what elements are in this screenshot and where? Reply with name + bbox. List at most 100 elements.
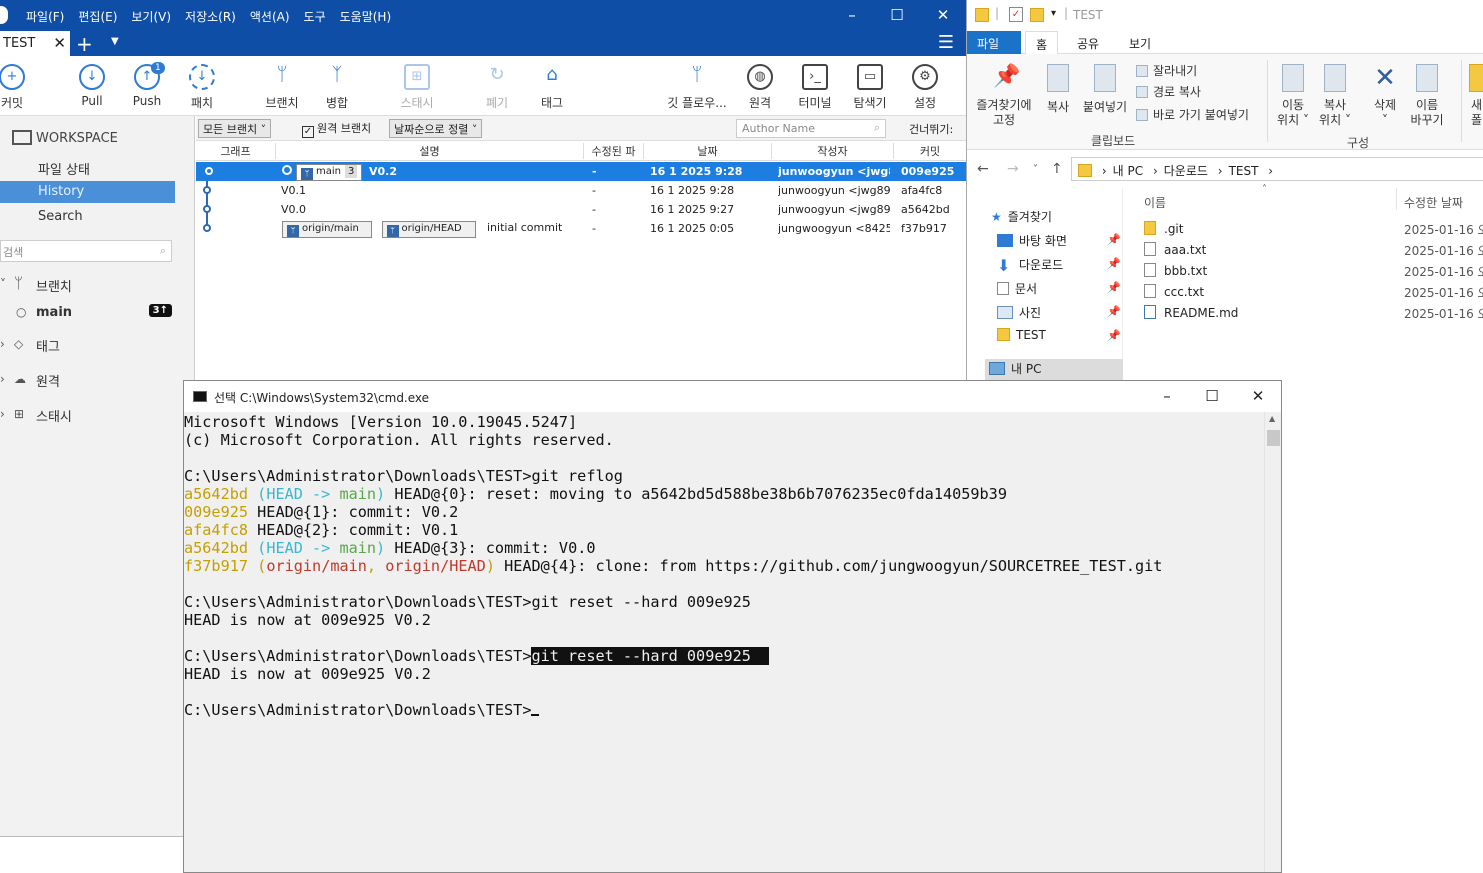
discard-button[interactable]: ↻ 폐기 bbox=[467, 64, 527, 111]
breadcrumb-downloads[interactable]: 다운로드 bbox=[1164, 164, 1208, 178]
maximize-button[interactable]: ☐ bbox=[887, 6, 907, 24]
git-flow-button[interactable]: ᛘ 깃 플로우... bbox=[662, 64, 732, 111]
file-row[interactable]: README.md bbox=[1144, 305, 1238, 320]
cmd-console[interactable]: Microsoft Windows [Version 10.0.19045.52… bbox=[184, 412, 1264, 872]
new-folder-button[interactable]: 새 폴더 bbox=[1465, 64, 1483, 128]
cut-button[interactable]: 잘라내기 bbox=[1136, 62, 1197, 79]
workspace-header[interactable]: WORKSPACE bbox=[0, 128, 185, 150]
stashes-header[interactable]: › ⊞ 스태시 bbox=[0, 403, 185, 425]
file-row[interactable]: bbb.txt bbox=[1144, 263, 1207, 278]
recent-dropdown-icon[interactable]: ˅ bbox=[1033, 164, 1038, 175]
file-row[interactable]: .git bbox=[1144, 221, 1183, 236]
sidebar-item-search[interactable]: Search bbox=[0, 206, 185, 228]
branch-button[interactable]: ᛘ 브랜치 bbox=[252, 64, 312, 111]
close-button[interactable]: ✕ bbox=[933, 6, 953, 24]
hamburger-menu-icon[interactable]: ☰ bbox=[938, 32, 954, 53]
sidebar-item-history[interactable]: History bbox=[0, 181, 175, 203]
sidebar-search-input[interactable]: 검색 ⌕ bbox=[0, 240, 172, 262]
tab-home[interactable]: 홈 bbox=[1025, 31, 1059, 54]
tab-share[interactable]: 공유 bbox=[1067, 31, 1109, 54]
push-button[interactable]: ↑ 1 Push bbox=[117, 62, 177, 108]
commit-row[interactable]: ᛘ main 3 V0.2 - 16 1 2025 9:28 junwoogyun … bbox=[196, 162, 966, 181]
copy-path-button[interactable]: 경로 복사 bbox=[1136, 83, 1201, 100]
menu-file[interactable]: 파일(F) bbox=[26, 8, 64, 25]
settings-button[interactable]: ⚙ 설정 bbox=[895, 64, 955, 111]
copy-button[interactable]: 복사 bbox=[1033, 64, 1083, 115]
tag-button[interactable]: ⌂ 태그 bbox=[522, 64, 582, 111]
new-tab-button[interactable]: + bbox=[76, 32, 93, 56]
paste-shortcut-button[interactable]: 바로 가기 붙여넣기 bbox=[1136, 106, 1249, 123]
col-date-modified[interactable]: 수정한 날짜 bbox=[1404, 194, 1463, 211]
tags-header[interactable]: › ◇ 태그 bbox=[0, 333, 185, 355]
minimize-button[interactable]: – bbox=[1157, 387, 1177, 405]
forward-icon[interactable]: → bbox=[1007, 161, 1019, 177]
nav-this-pc[interactable]: 내 PC bbox=[985, 359, 1123, 380]
rename-button[interactable]: 이름 바꾸기 bbox=[1403, 64, 1451, 128]
branches-header[interactable]: ˅ ᛘ 브랜치 bbox=[0, 273, 185, 295]
col-description[interactable]: 설명 bbox=[276, 143, 584, 159]
minimize-button[interactable]: – bbox=[842, 6, 862, 24]
scroll-thumb[interactable] bbox=[1267, 430, 1280, 446]
merge-button[interactable]: ᛉ 병합 bbox=[307, 64, 367, 111]
remote-branches-checkbox[interactable]: ✓ 원격 브랜치 bbox=[302, 120, 371, 138]
maximize-button[interactable]: ☐ bbox=[1202, 387, 1222, 405]
nav-favorites[interactable]: ★ 즐겨찾기 bbox=[991, 208, 1052, 225]
remotes-header[interactable]: › ☁ 원격 bbox=[0, 368, 185, 390]
menu-repository[interactable]: 저장소(R) bbox=[185, 8, 236, 25]
sidebar-branch-main[interactable]: ○ main 3↑ bbox=[0, 302, 185, 324]
paste-button[interactable]: 붙여넣기 bbox=[1077, 64, 1133, 115]
col-date[interactable]: 날짜 bbox=[644, 143, 772, 159]
menu-tools[interactable]: 도구 bbox=[304, 8, 326, 25]
col-commit[interactable]: 커밋 bbox=[894, 143, 966, 159]
properties-icon[interactable]: ✓ bbox=[1009, 7, 1023, 22]
nav-pictures[interactable]: 사진 📌 bbox=[997, 304, 1121, 321]
address-bar[interactable]: › 내 PC › 다운로드 › TEST › bbox=[1071, 157, 1483, 181]
pull-button[interactable]: ↓ Pull bbox=[62, 64, 122, 108]
stash-button[interactable]: ⊞ 스태시 bbox=[387, 64, 447, 111]
col-name[interactable]: 이름 bbox=[1144, 194, 1166, 211]
commit-row[interactable]: V0.1 - 16 1 2025 9:28 junwoogyun <jwg89 … bbox=[196, 181, 966, 200]
tab-view[interactable]: 보기 bbox=[1119, 31, 1161, 54]
sort-dropdown[interactable]: 날짜순으로 정렬 ˅ bbox=[389, 119, 483, 138]
commit-row[interactable]: ᛘ origin/main ᛘ origin/HEAD initial commit… bbox=[196, 219, 966, 238]
breadcrumb-pc[interactable]: 내 PC bbox=[1113, 164, 1143, 178]
close-tab-icon[interactable]: ✕ bbox=[53, 34, 66, 52]
menu-edit[interactable]: 편집(E) bbox=[78, 8, 117, 25]
remote-button[interactable]: ◍ 원격 bbox=[730, 64, 790, 111]
commit-row[interactable]: V0.0 - 16 1 2025 9:27 junwoogyun <jwg89 … bbox=[196, 200, 966, 219]
nav-downloads[interactable]: ⬇ 다운로드 📌 bbox=[997, 256, 1121, 274]
close-button[interactable]: ✕ bbox=[1248, 387, 1268, 405]
explorer-button[interactable]: ▭ 탐색기 bbox=[840, 64, 900, 111]
copy-to-button[interactable]: 복사 위치 ˅ bbox=[1311, 64, 1359, 128]
nav-documents[interactable]: 문서 📌 bbox=[997, 280, 1121, 297]
menu-help[interactable]: 도움말(H) bbox=[340, 8, 392, 25]
breadcrumb-test[interactable]: TEST bbox=[1229, 164, 1259, 178]
commit-button[interactable]: + 커밋 bbox=[0, 64, 42, 111]
repo-tab[interactable]: TEST ✕ bbox=[0, 31, 70, 56]
file-row[interactable]: aaa.txt bbox=[1144, 242, 1206, 257]
tab-file[interactable]: 파일 bbox=[967, 31, 1021, 54]
back-icon[interactable]: ← bbox=[977, 161, 989, 177]
menu-view[interactable]: 보기(V) bbox=[131, 8, 171, 25]
col-graph[interactable]: 그래프 bbox=[196, 143, 276, 159]
scroll-up-icon[interactable]: ▲ bbox=[1269, 414, 1275, 423]
move-to-button[interactable]: 이동 위치 ˅ bbox=[1269, 64, 1317, 128]
new-folder-icon[interactable] bbox=[1030, 8, 1044, 22]
author-search-input[interactable]: Author Name ⌕ bbox=[736, 119, 886, 138]
cmd-scrollbar[interactable]: ▲ bbox=[1264, 412, 1281, 872]
quick-access-dropdown-icon[interactable]: ▾ bbox=[1051, 8, 1056, 19]
delete-button[interactable]: ✕ 삭제 ˅ bbox=[1361, 64, 1409, 128]
terminal-button[interactable]: ›_ 터미널 bbox=[785, 64, 845, 111]
menu-actions[interactable]: 액션(A) bbox=[250, 8, 290, 25]
col-author[interactable]: 작성자 bbox=[772, 143, 894, 159]
col-modified[interactable]: 수정된 파 bbox=[584, 143, 644, 159]
tab-dropdown-icon[interactable]: ▼ bbox=[111, 36, 119, 47]
branch-filter-dropdown[interactable]: 모든 브랜치 ˅ bbox=[198, 119, 272, 138]
sidebar-item-file-status[interactable]: 파일 상태 bbox=[0, 156, 185, 178]
up-icon[interactable]: ↑ bbox=[1051, 161, 1063, 177]
pin-quick-access-button[interactable]: 📌 즐겨찾기에 고정 bbox=[971, 64, 1037, 128]
patch-button[interactable]: ↓ 패치 bbox=[172, 64, 232, 111]
nav-test[interactable]: TEST 📌 bbox=[997, 328, 1121, 342]
nav-desktop[interactable]: 바탕 화면 📌 bbox=[997, 232, 1121, 249]
file-row[interactable]: ccc.txt bbox=[1144, 284, 1204, 299]
